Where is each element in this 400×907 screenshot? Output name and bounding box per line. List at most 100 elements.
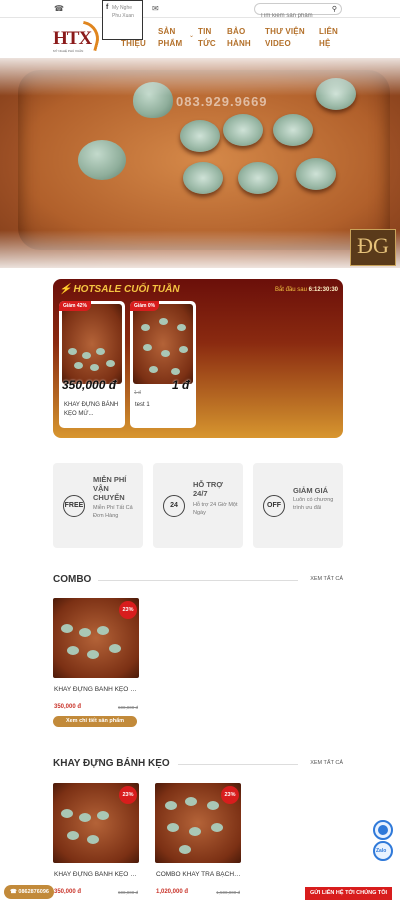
- nav-item-san-pham[interactable]: SẢN PHẨM: [158, 26, 188, 50]
- timer-label: Bắt đầu sau: [274, 287, 307, 293]
- cup-shape: [167, 823, 179, 832]
- cup-shape: [79, 628, 91, 637]
- top-bar: ☎ f My Nghe Phu Xuan ✉ ⚲: [0, 0, 400, 40]
- main-nav: HTX MỸ NGHỆ PHÚ XUÂN GIỚI THIỆU SẢN PHẨM…: [0, 18, 400, 58]
- product-old-price: 1 đ: [134, 390, 141, 396]
- hotsale-title: ⚡ HOTSALE CUỐI TUẦN: [59, 284, 180, 295]
- nav-item-bao-hanh[interactable]: BẢO HÀNH: [227, 26, 257, 50]
- cup-shape: [74, 362, 83, 369]
- facebook-link[interactable]: f My Nghe Phu Xuan: [102, 0, 143, 40]
- product-price: 350,000 đ: [62, 378, 117, 392]
- cup-shape: [106, 360, 115, 367]
- benefit-desc: Luôn có chương trình ưu đãi: [293, 497, 334, 511]
- hotsale-timer: Bắt đầu sau 6:12:30:30: [275, 287, 338, 293]
- product-image[interactable]: [62, 304, 122, 384]
- cup-shape: [165, 801, 177, 810]
- product-price: 350,000 đ: [54, 704, 82, 710]
- facebook-icon: f: [106, 4, 109, 11]
- support-24-icon: 24: [163, 495, 185, 517]
- cup-shape: [141, 324, 150, 331]
- product-name[interactable]: KHAY ĐỰNG BÁNH KẸO MỨT: [54, 871, 140, 878]
- discount-badge: 23%: [221, 786, 239, 804]
- lightning-icon: ⚡: [59, 284, 72, 295]
- cup-shape: [87, 835, 99, 844]
- cup-shape: [82, 352, 91, 359]
- hero-fade: [0, 58, 400, 268]
- search-icon[interactable]: ⚲: [332, 5, 337, 13]
- product-name[interactable]: test 1: [135, 401, 193, 410]
- hero-phone-watermark: 083.929.9669: [176, 94, 268, 109]
- cup-shape: [96, 348, 105, 355]
- product-old-price: 600,000 đ: [117, 890, 138, 895]
- product-old-price: 1,500,000 đ: [216, 890, 240, 895]
- facebook-label: My Nghe Phu Xuan: [112, 5, 134, 19]
- messenger-icon[interactable]: [373, 820, 393, 840]
- view-all-combo-link[interactable]: XEM TẤT CẢ: [310, 576, 343, 582]
- hotsale-product-card[interactable]: Giảm 42% 350,000 đ KHAY ĐỰNG BÁNH KẸO MỨ…: [59, 301, 125, 428]
- cup-shape: [185, 797, 197, 806]
- cup-shape: [68, 348, 77, 355]
- logo-tagline: MỸ NGHỆ PHÚ XUÂN: [53, 49, 84, 53]
- benefit-desc: Miễn Phí Tất Cả Đơn Hàng: [93, 505, 133, 519]
- product-name[interactable]: COMBO KHAY TRÀ BẠCH NGỌC: [156, 871, 242, 878]
- benefit-title: MIỄN PHÍ VẬN CHUYỂN: [93, 475, 127, 502]
- benefit-title: GIẢM GIÁ: [293, 486, 328, 495]
- hotline-number: 0862876096: [18, 889, 49, 895]
- discount-badge: Giảm 42%: [59, 301, 91, 311]
- cup-shape: [97, 626, 109, 635]
- cup-shape: [143, 344, 152, 351]
- product-card[interactable]: 23% KHAY ĐỰNG BÁNH KẸO MỨT 350,000 đ 600…: [53, 598, 140, 728]
- benefit-free-shipping: FREE MIỄN PHÍ VẬN CHUYỂN Miễn Phí Tất Cả…: [53, 463, 143, 548]
- hotsale-section: ⚡ HOTSALE CUỐI TUẦN Bắt đầu sau 6:12:30:3…: [53, 279, 343, 438]
- benefit-title: HỖ TRỢ 24/7: [193, 480, 223, 498]
- hotsale-product-card[interactable]: Giảm 0% 1 đ 1 đ test 1: [130, 301, 196, 428]
- cup-shape: [67, 646, 79, 655]
- nav-item-tin-tuc[interactable]: TIN TỨC: [198, 26, 222, 50]
- discount-badge: 23%: [119, 786, 137, 804]
- corner-logo: ĐG: [350, 229, 396, 266]
- cup-shape: [179, 845, 191, 854]
- mail-icon[interactable]: ✉: [152, 4, 159, 13]
- section-divider: [178, 764, 298, 765]
- cup-shape: [149, 366, 158, 373]
- zalo-label: Zalo: [376, 848, 387, 854]
- cup-shape: [211, 823, 223, 832]
- chevron-down-icon[interactable]: ⌄: [189, 32, 194, 39]
- discount-icon: OFF: [263, 495, 285, 517]
- section-title-combo: COMBO: [53, 574, 92, 585]
- logo-swoosh: [76, 20, 104, 52]
- product-name[interactable]: KHAY ĐỰNG BÁNH KẸO MỨT: [54, 686, 140, 693]
- product-card[interactable]: 23% KHAY ĐỰNG BÁNH KẸO MỨT 350,000 đ 600…: [53, 783, 140, 903]
- site-logo[interactable]: HTX MỸ NGHỆ PHÚ XUÂN: [53, 20, 104, 55]
- section-title-khay: KHAY ĐỰNG BÁNH KẸO: [53, 758, 170, 769]
- product-name[interactable]: KHAY ĐỰNG BÁNH KẸO MỨ...: [64, 401, 122, 419]
- cup-shape: [97, 811, 109, 820]
- cup-shape: [109, 644, 121, 653]
- benefit-support: 24 HỖ TRỢ 24/7 Hỗ trợ 24 Giờ Một Ngày: [153, 463, 243, 548]
- contact-us-button[interactable]: GỬI LIÊN HỆ TỚI CHÚNG TÔI: [305, 887, 392, 900]
- cup-shape: [189, 827, 201, 836]
- product-card[interactable]: 23% COMBO KHAY TRÀ BẠCH NGỌC 1,020,000 đ…: [155, 783, 242, 903]
- cup-shape: [61, 809, 73, 818]
- nav-item-lien-he[interactable]: LIÊN HỆ: [319, 26, 343, 50]
- search-box: ⚲: [254, 3, 342, 21]
- benefit-discount: OFF GIẢM GIÁ Luôn có chương trình ưu đãi: [253, 463, 343, 548]
- cup-shape: [159, 318, 168, 325]
- phone-icon[interactable]: ☎: [54, 4, 64, 13]
- cup-shape: [179, 346, 188, 353]
- hero-banner[interactable]: 083.929.9669 ĐG: [0, 58, 400, 268]
- hotline-button[interactable]: ☎ 0862876096: [4, 885, 54, 899]
- cup-shape: [79, 813, 91, 822]
- discount-badge: 23%: [119, 601, 137, 619]
- discount-badge: Giảm 0%: [130, 301, 160, 311]
- view-product-button[interactable]: Xem chi tiết sản phẩm: [53, 716, 137, 727]
- zalo-icon[interactable]: Zalo: [373, 841, 393, 861]
- cup-shape: [177, 324, 186, 331]
- product-price: 350,000 đ: [54, 889, 82, 895]
- product-old-price: 600,000 đ: [117, 705, 138, 710]
- product-image[interactable]: [133, 304, 193, 384]
- benefit-desc: Hỗ trợ 24 Giờ Một Ngày: [193, 502, 238, 516]
- nav-item-thu-vien-video[interactable]: THƯ VIỆN VIDEO: [265, 26, 309, 50]
- cup-shape: [90, 364, 99, 371]
- view-all-khay-link[interactable]: XEM TẤT CẢ: [310, 760, 343, 766]
